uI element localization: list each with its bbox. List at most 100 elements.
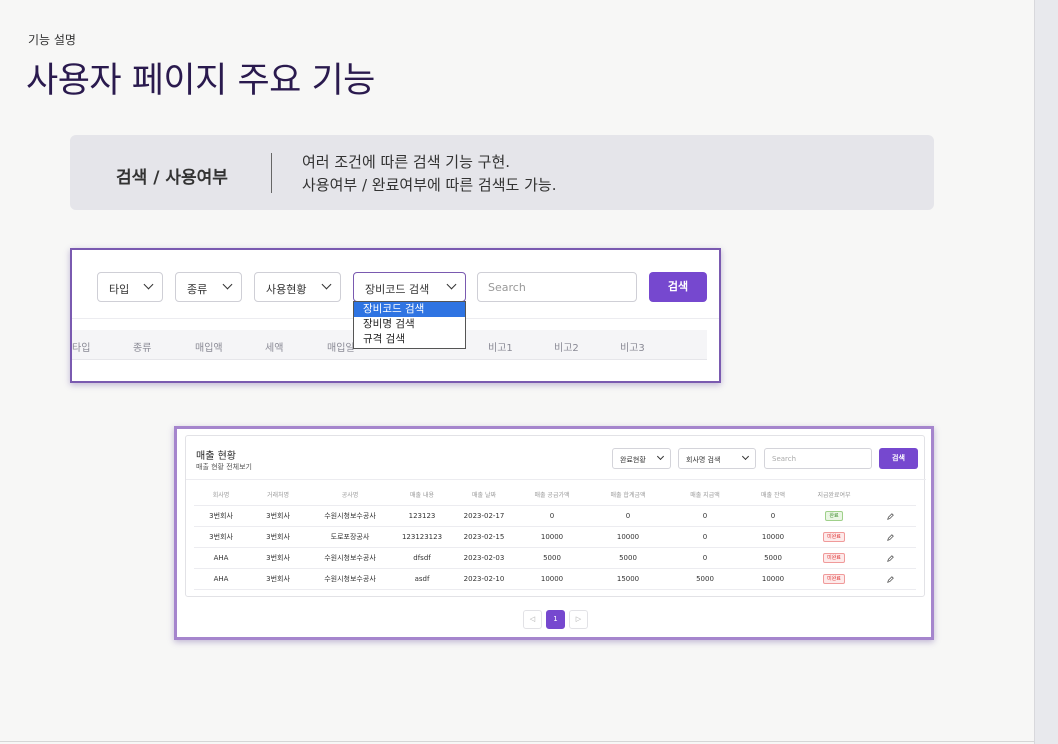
dropdown-option[interactable]: 장비코드 검색 bbox=[354, 302, 465, 317]
status-badge: 미완료 bbox=[823, 553, 845, 563]
cell-total: 0 bbox=[625, 512, 631, 520]
cell-client: 3번회사 bbox=[266, 533, 290, 541]
table-row: 3번회사 3번회사 수원시청보수공사 123123 2023-02-17 0 0 0 0 완료 bbox=[194, 506, 916, 527]
cell-supply: 0 bbox=[549, 512, 555, 520]
feature-desc-line1: 여러 조건에 따른 검색 기능 구현. bbox=[302, 153, 511, 171]
search-button[interactable]: 검색 bbox=[879, 448, 918, 469]
column-header: 거래처명 bbox=[266, 492, 290, 499]
cell-balance: 0 bbox=[770, 512, 776, 520]
cell-status: 미완료 bbox=[804, 548, 864, 569]
search-field-select[interactable]: 장비코드 검색 bbox=[353, 272, 466, 302]
column-header: 타입 bbox=[72, 343, 91, 354]
cell-company: 3번회사 bbox=[209, 512, 233, 520]
dropdown-option[interactable]: 규격 검색 bbox=[354, 332, 465, 347]
feature-description-box: 검색 / 사용여부 여러 조건에 따른 검색 기능 구현. 사용여부 / 완료여… bbox=[70, 135, 934, 210]
cell-balance: 10000 bbox=[761, 575, 785, 583]
status-badge: 미완료 bbox=[823, 574, 845, 584]
feature-label: 검색 / 사용여부 bbox=[116, 168, 228, 188]
table-header: 회사명 거래처명 공사명 매출 내용 매출 날짜 매출 공급가액 매출 합계금액… bbox=[194, 486, 916, 506]
chevron-down-icon bbox=[741, 452, 750, 461]
column-header: 매출 날짜 bbox=[472, 492, 496, 499]
cell-paid: 5000 bbox=[696, 575, 714, 583]
usage-status-label: 사용현황 bbox=[266, 283, 307, 296]
column-header: 매출 지급액 bbox=[690, 492, 720, 499]
sales-status-screenshot: 매출 현황 매출 현황 전체보기 완료현황 회사명 검색 Search 검색 회… bbox=[174, 426, 934, 640]
column-header: 매출 잔액 bbox=[761, 492, 785, 499]
cell-total: 15000 bbox=[616, 575, 640, 583]
edit-icon[interactable] bbox=[864, 569, 916, 590]
column-header: 비고3 bbox=[620, 343, 645, 354]
cell-client: 3번회사 bbox=[266, 575, 290, 583]
cell-paid: 0 bbox=[702, 533, 708, 541]
cell-project: 수원시청보수공사 bbox=[324, 512, 376, 520]
column-header: 공사명 bbox=[341, 492, 359, 499]
pagination-next[interactable]: ▷ bbox=[569, 610, 588, 629]
divider bbox=[0, 741, 1034, 742]
scrollbar-gutter bbox=[1034, 0, 1058, 744]
table-row: AHA 3번회사 수원시청보수공사 dfsdf 2023-02-03 5000 5000 0 5… bbox=[194, 548, 916, 569]
field-filter-select[interactable]: 회사명 검색 bbox=[678, 448, 756, 469]
dropdown-option[interactable]: 장비명 검색 bbox=[354, 317, 465, 332]
cell-status: 미완료 bbox=[804, 569, 864, 590]
pagination-prev[interactable]: ◁ bbox=[523, 610, 542, 629]
chevron-down-icon bbox=[321, 279, 332, 290]
cell-content: asdf bbox=[414, 575, 430, 583]
table-row: AHA 3번회사 수원시청보수공사 asdf 2023-02-10 10000 15000 5… bbox=[194, 569, 916, 590]
edit-icon[interactable] bbox=[864, 506, 916, 527]
search-input[interactable]: Search bbox=[477, 272, 637, 302]
column-header: 매출 합계금액 bbox=[610, 492, 646, 499]
cell-content: 123123123 bbox=[401, 533, 443, 541]
chevron-down-icon bbox=[446, 279, 457, 290]
cell-balance: 10000 bbox=[761, 533, 785, 541]
status-badge: 완료 bbox=[825, 511, 843, 521]
status-badge: 미완료 bbox=[823, 532, 845, 542]
search-field-dropdown: 장비코드 검색 장비명 검색 규격 검색 bbox=[353, 301, 466, 349]
edit-icon[interactable] bbox=[864, 527, 916, 548]
chevron-down-icon bbox=[656, 452, 665, 461]
feature-description: 여러 조건에 따른 검색 기능 구현. 사용여부 / 완료여부에 따른 검색도 … bbox=[302, 151, 556, 197]
search-field-label: 장비코드 검색 bbox=[365, 283, 430, 296]
cell-client: 3번회사 bbox=[266, 512, 290, 520]
pagination-page-1[interactable]: 1 bbox=[546, 610, 565, 629]
card-title: 매출 현황 bbox=[196, 451, 236, 462]
status-filter-select[interactable]: 완료현황 bbox=[612, 448, 671, 469]
card-subtitle: 매출 현황 전체보기 bbox=[196, 463, 252, 471]
cell-client: 3번회사 bbox=[266, 554, 290, 562]
cell-company: 3번회사 bbox=[209, 533, 233, 541]
sales-table: 회사명 거래처명 공사명 매출 내용 매출 날짜 매출 공급가액 매출 합계금액… bbox=[194, 486, 916, 590]
cell-supply: 10000 bbox=[540, 575, 564, 583]
cell-date: 2023-02-10 bbox=[463, 575, 505, 583]
cell-date: 2023-02-03 bbox=[463, 554, 505, 562]
column-header: 회사명 bbox=[212, 492, 230, 499]
cell-company: AHA bbox=[213, 554, 229, 562]
column-header: 매입액 bbox=[195, 343, 223, 354]
cell-paid: 0 bbox=[702, 512, 708, 520]
edit-icon[interactable] bbox=[864, 548, 916, 569]
cell-date: 2023-02-17 bbox=[463, 512, 505, 520]
kind-select[interactable]: 종류 bbox=[175, 272, 242, 302]
column-header: 비고1 bbox=[488, 343, 513, 354]
type-select[interactable]: 타입 bbox=[97, 272, 163, 302]
cell-content: dfsdf bbox=[413, 554, 431, 562]
cell-supply: 10000 bbox=[540, 533, 564, 541]
sales-card: 매출 현황 매출 현황 전체보기 완료현황 회사명 검색 Search 검색 회… bbox=[185, 435, 926, 597]
cell-date: 2023-02-15 bbox=[463, 533, 505, 541]
column-header: 매출 내용 bbox=[410, 492, 434, 499]
column-header: 세액 bbox=[265, 343, 284, 354]
cell-project: 수원시청보수공사 bbox=[324, 575, 376, 583]
search-button[interactable]: 검색 bbox=[649, 272, 707, 302]
table-row: 3번회사 3번회사 도로포장공사 123123123 2023-02-15 10000 10… bbox=[194, 527, 916, 548]
cell-project: 수원시청보수공사 bbox=[324, 554, 376, 562]
usage-status-select[interactable]: 사용현황 bbox=[254, 272, 341, 302]
section-eyebrow: 기능 설명 bbox=[28, 33, 76, 47]
cell-supply: 5000 bbox=[543, 554, 561, 562]
divider bbox=[271, 153, 272, 193]
search-input[interactable]: Search bbox=[764, 448, 872, 469]
chevron-down-icon bbox=[143, 279, 154, 290]
column-header: 지급완료여부 bbox=[817, 492, 851, 499]
equipment-search-screenshot: 타입 종류 사용현황 장비코드 검색 Search 검색 타입 종류 매입액 세… bbox=[70, 248, 721, 383]
cell-status: 미완료 bbox=[804, 527, 864, 548]
column-header: 비고2 bbox=[554, 343, 579, 354]
column-header: 매입일 bbox=[327, 343, 355, 354]
field-filter-label: 회사명 검색 bbox=[686, 456, 721, 464]
